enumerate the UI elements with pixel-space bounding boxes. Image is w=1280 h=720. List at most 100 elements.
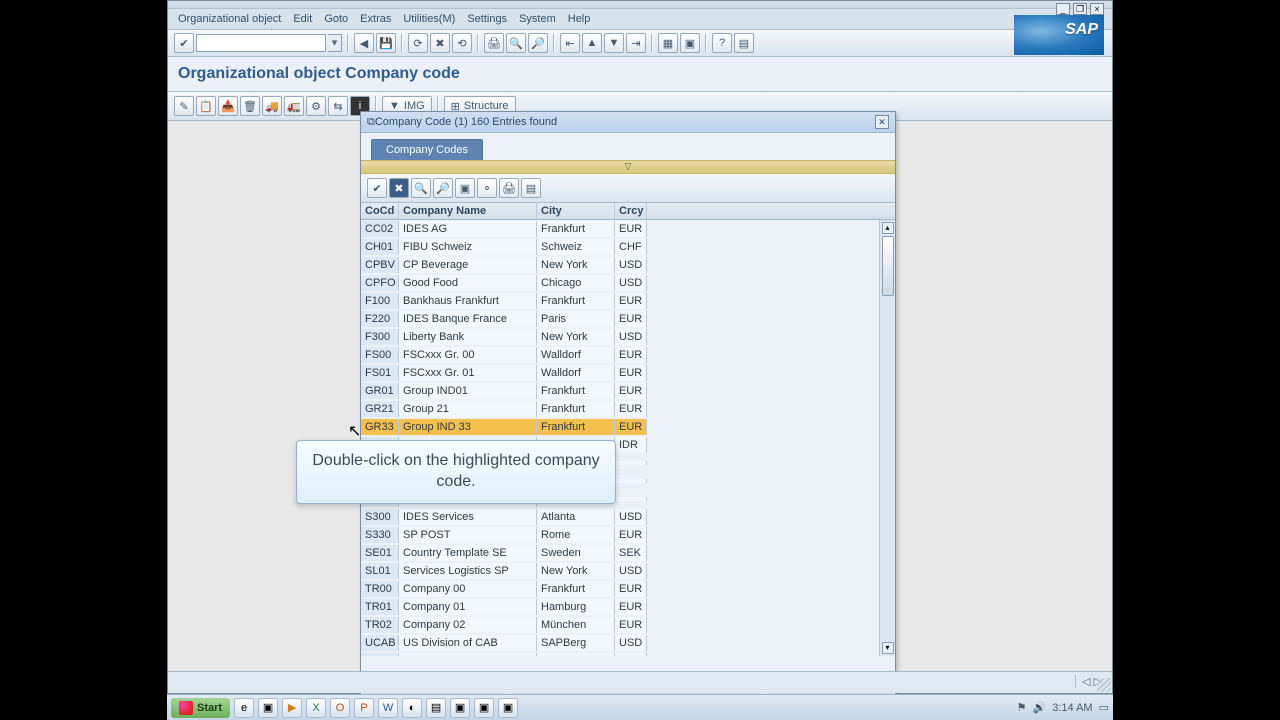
dialog-close-icon[interactable]: ✕ (875, 115, 889, 129)
table-row[interactable]: GR21Group 21FrankfurtEUR (361, 400, 895, 418)
table-row[interactable]: S330SP POSTRomeEUR (361, 526, 895, 544)
col-company-name[interactable]: Company Name (399, 203, 537, 219)
ie-icon[interactable]: e (234, 698, 254, 718)
table-row[interactable]: S300IDES ServicesAtlantaUSD (361, 508, 895, 526)
gear-icon[interactable]: ⚙ (306, 96, 326, 116)
save-icon[interactable]: 💾 (376, 33, 396, 53)
command-history-icon[interactable]: ▾ (328, 34, 342, 52)
cancel-icon[interactable]: ✖ (430, 33, 450, 53)
menu-system[interactable]: System (519, 13, 556, 25)
table-row[interactable]: FS00FSCxxx Gr. 00WalldorfEUR (361, 346, 895, 364)
table-row[interactable]: TR02Company 02MünchenEUR (361, 616, 895, 634)
find-icon[interactable]: 🔍 (506, 33, 526, 53)
table-row[interactable]: F300Liberty BankNew YorkUSD (361, 328, 895, 346)
transport-icon[interactable]: 🚚 (262, 96, 282, 116)
display-icon[interactable]: ✎ (174, 96, 194, 116)
compare-icon[interactable]: ⇆ (328, 96, 348, 116)
start-button[interactable]: Start (171, 698, 230, 718)
findnext-icon[interactable]: 🔎 (528, 33, 548, 53)
scroll-down-icon[interactable]: ▾ (882, 642, 894, 654)
table-row[interactable]: CPFOGood FoodChicagoUSD (361, 274, 895, 292)
table-row[interactable]: SL01Services Logistics SPNew YorkUSD (361, 562, 895, 580)
close-icon[interactable]: × (1090, 3, 1104, 15)
table-row[interactable]: CC02IDES AGFrankfurtEUR (361, 220, 895, 238)
table-row[interactable]: FS01FSCxxx Gr. 01WalldorfEUR (361, 364, 895, 382)
shortcut-icon[interactable]: ▣ (680, 33, 700, 53)
layout-icon[interactable]: ▤ (734, 33, 754, 53)
table-row[interactable]: F100Bankhaus FrankfurtFrankfurtEUR (361, 292, 895, 310)
menu-help[interactable]: Help (568, 13, 591, 25)
table-row[interactable]: SE01Country Template SESwedenSEK (361, 544, 895, 562)
scroll-thumb[interactable] (882, 236, 894, 296)
word-icon[interactable]: W (378, 698, 398, 718)
table-row[interactable]: CH01FIBU SchweizSchweizCHF (361, 238, 895, 256)
notepad-icon[interactable]: ▤ (426, 698, 446, 718)
table-row[interactable]: UCABUS Division of CABSAPBergUSD (361, 634, 895, 652)
tray-icon[interactable]: ⚑ (1017, 701, 1027, 714)
where-used-icon[interactable]: 🚛 (284, 96, 304, 116)
resize-grip[interactable] (1097, 678, 1111, 692)
cell: CP Beverage (399, 257, 537, 273)
table-row[interactable]: GR33Group IND 33FrankfurtEUR (361, 418, 895, 436)
export-icon[interactable]: ▤ (521, 178, 541, 198)
app2-icon[interactable]: ▣ (474, 698, 494, 718)
import-icon[interactable]: 📥 (218, 96, 238, 116)
table-row[interactable]: ZA01IDES South AfricaJohannesburgZAR (361, 652, 895, 656)
tab-company-codes[interactable]: Company Codes (371, 139, 483, 160)
new-session-icon[interactable]: ▦ (658, 33, 678, 53)
menu-goto[interactable]: Goto (324, 13, 348, 25)
scroll-up-icon[interactable]: ▴ (882, 222, 894, 234)
outlook-icon[interactable]: O (330, 698, 350, 718)
cell: Good Food (399, 275, 537, 291)
back-icon[interactable]: ◀ (354, 33, 374, 53)
explorer-icon[interactable]: ▣ (258, 698, 278, 718)
menu-settings[interactable]: Settings (467, 13, 507, 25)
last-page-icon[interactable]: ⇥ (626, 33, 646, 53)
table-row[interactable]: TR00Company 00FrankfurtEUR (361, 580, 895, 598)
ppt-icon[interactable]: P (354, 698, 374, 718)
sort-icon[interactable]: ▣ (455, 178, 475, 198)
cell: S300 (361, 509, 399, 525)
first-page-icon[interactable]: ⇤ (560, 33, 580, 53)
desktop-icon[interactable]: ▭ (1099, 701, 1109, 714)
table-row[interactable]: F220IDES Banque FranceParisEUR (361, 310, 895, 328)
menu-edit[interactable]: Edit (293, 13, 312, 25)
restore-icon[interactable]: ❐ (1073, 3, 1087, 15)
table-row[interactable]: GR01Group IND01FrankfurtEUR (361, 382, 895, 400)
search-icon[interactable]: 🔍 (411, 178, 431, 198)
menu-orgobject[interactable]: Organizational object (178, 13, 281, 25)
filter-bar[interactable]: ▽ (361, 160, 895, 174)
print-icon[interactable]: 🖨 (484, 33, 504, 53)
powerpoint-icon[interactable]: ▶ (282, 698, 302, 718)
command-field[interactable] (196, 34, 326, 52)
deselect-icon[interactable]: ✖ (389, 178, 409, 198)
min-icon[interactable]: _ (1056, 3, 1070, 15)
help-icon[interactable]: ? (712, 33, 732, 53)
grid-scrollbar[interactable]: ▴ ▾ (879, 220, 895, 656)
print-list-icon[interactable]: 🖨 (499, 178, 519, 198)
prev-page-icon[interactable]: ▲ (582, 33, 602, 53)
excel-icon[interactable]: X (306, 698, 326, 718)
col-cocd[interactable]: CoCd (361, 203, 399, 219)
menu-utilities[interactable]: Utilities(M) (403, 13, 455, 25)
table-row[interactable]: CPBVCP BeverageNew YorkUSD (361, 256, 895, 274)
search-next-icon[interactable]: 🔎 (433, 178, 453, 198)
chrome-icon[interactable]: ◐ (402, 698, 422, 718)
refresh-icon[interactable]: ⟲ (452, 33, 472, 53)
next-page-icon[interactable]: ▼ (604, 33, 624, 53)
dialog-titlebar[interactable]: ⧉ Company Code (1) 160 Entries found ✕ (361, 112, 895, 133)
app3-icon[interactable]: ▣ (498, 698, 518, 718)
col-city[interactable]: City (537, 203, 615, 219)
personal-list-icon[interactable]: ⚬ (477, 178, 497, 198)
table-row[interactable]: TR01Company 01HamburgEUR (361, 598, 895, 616)
app1-icon[interactable]: ▣ (450, 698, 470, 718)
copy-icon[interactable]: 📋 (196, 96, 216, 116)
enter-icon[interactable]: ✔ (174, 33, 194, 53)
clock[interactable]: 3:14 AM (1052, 702, 1092, 714)
volume-icon[interactable]: 🔊 (1033, 701, 1047, 714)
accept-icon[interactable]: ✔ (367, 178, 387, 198)
menu-extras[interactable]: Extras (360, 13, 391, 25)
exit-icon[interactable]: ⟳ (408, 33, 428, 53)
col-crcy[interactable]: Crcy (615, 203, 647, 219)
delete-icon[interactable]: 🗑 (240, 96, 260, 116)
